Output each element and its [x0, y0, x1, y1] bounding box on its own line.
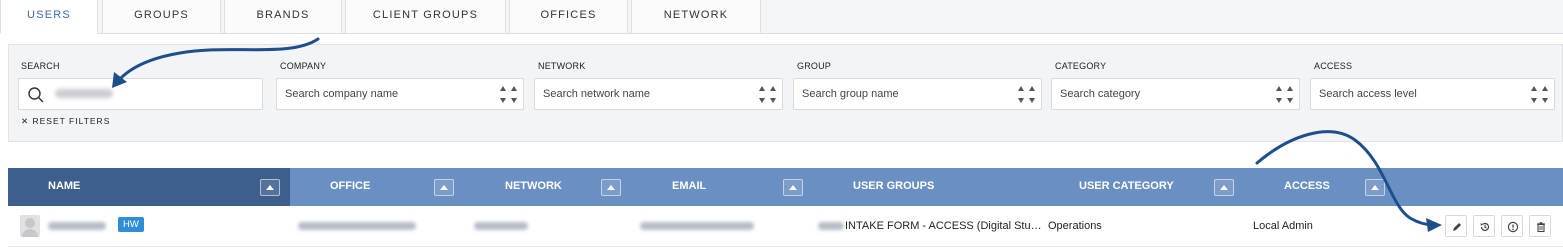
- column-header-network[interactable]: NETWORK: [505, 180, 562, 192]
- user-badge: HW: [118, 217, 144, 232]
- user-groups-value: INTAKE FORM - ACCESS (Digital Stu…: [845, 220, 1042, 232]
- info-icon: [1507, 221, 1519, 233]
- column-header-office[interactable]: OFFICE: [330, 180, 370, 192]
- company-field[interactable]: Search company name: [276, 78, 524, 110]
- avatar: [20, 215, 40, 237]
- category-stepper[interactable]: [1275, 84, 1295, 106]
- search-value-redacted: [55, 89, 113, 98]
- tab-offices[interactable]: OFFICES: [509, 0, 628, 34]
- delete-icon: [1537, 222, 1545, 233]
- sort-name-button[interactable]: [260, 179, 280, 196]
- sort-email-button[interactable]: [783, 179, 803, 196]
- user-name-redacted: [48, 222, 106, 230]
- delete-button[interactable]: [1529, 215, 1551, 237]
- network-redacted: [474, 222, 528, 230]
- group-placeholder: Search group name: [802, 88, 899, 100]
- edit-button[interactable]: [1445, 215, 1467, 237]
- edit-icon: [1453, 223, 1461, 231]
- filter-panel: SEARCH COMPANY Search company name NETWO…: [8, 44, 1563, 142]
- tab-network[interactable]: NETWORK: [631, 0, 761, 34]
- reset-filters-button[interactable]: ✕ RESET FILTERS: [21, 116, 110, 127]
- table-header: NAME OFFICE NETWORK EMAIL USER GROUPS US…: [8, 168, 1563, 206]
- tab-client-groups[interactable]: CLIENT GROUPS: [345, 0, 506, 34]
- column-header-user-groups[interactable]: USER GROUPS: [853, 180, 934, 192]
- column-header-access[interactable]: ACCESS: [1284, 180, 1330, 192]
- tab-bar: USERS GROUPS BRANDS CLIENT GROUPS OFFICE…: [0, 0, 1563, 34]
- access-value: Local Admin: [1253, 220, 1313, 232]
- info-button[interactable]: [1501, 215, 1523, 237]
- category-placeholder: Search category: [1060, 88, 1141, 100]
- search-icon: [28, 87, 44, 103]
- history-button[interactable]: [1473, 215, 1495, 237]
- search-label: SEARCH: [21, 61, 60, 71]
- reset-filters-label: RESET FILTERS: [32, 116, 111, 126]
- tab-users[interactable]: USERS: [0, 0, 98, 34]
- sort-office-button[interactable]: [434, 179, 454, 196]
- search-input[interactable]: [18, 78, 263, 110]
- access-stepper[interactable]: [1530, 84, 1550, 106]
- close-icon: ✕: [21, 116, 30, 126]
- user-category-value: Operations: [1048, 220, 1102, 232]
- network-label: NETWORK: [538, 61, 586, 71]
- history-icon: [1480, 222, 1490, 232]
- access-placeholder: Search access level: [1319, 88, 1417, 100]
- company-placeholder: Search company name: [285, 88, 399, 100]
- network-stepper[interactable]: [758, 84, 778, 106]
- group-stepper[interactable]: [1017, 84, 1037, 106]
- group-label: GROUP: [797, 61, 832, 71]
- sort-access-button[interactable]: [1365, 179, 1385, 196]
- sort-network-button[interactable]: [601, 179, 621, 196]
- access-field[interactable]: Search access level: [1310, 78, 1555, 110]
- company-label: COMPANY: [280, 61, 327, 71]
- email-redacted: [640, 222, 754, 230]
- office-redacted: [298, 222, 416, 230]
- column-header-name[interactable]: NAME: [48, 180, 80, 192]
- table-row[interactable]: HW INTAKE FORM - ACCESS (Digital Stu… Op…: [8, 206, 1563, 247]
- company-stepper[interactable]: [499, 84, 519, 106]
- category-label: CATEGORY: [1055, 61, 1107, 71]
- tab-brands[interactable]: BRANDS: [224, 0, 342, 34]
- column-header-user-category[interactable]: USER CATEGORY: [1079, 180, 1174, 192]
- access-label: ACCESS: [1314, 61, 1353, 71]
- user-group-prefix-redacted: [818, 222, 844, 230]
- network-field[interactable]: Search network name: [534, 78, 783, 110]
- network-placeholder: Search network name: [543, 88, 650, 100]
- column-header-email[interactable]: EMAIL: [672, 180, 706, 192]
- group-field[interactable]: Search group name: [793, 78, 1042, 110]
- category-field[interactable]: Search category: [1051, 78, 1300, 110]
- sort-user-category-button[interactable]: [1214, 179, 1234, 196]
- tab-groups[interactable]: GROUPS: [102, 0, 221, 34]
